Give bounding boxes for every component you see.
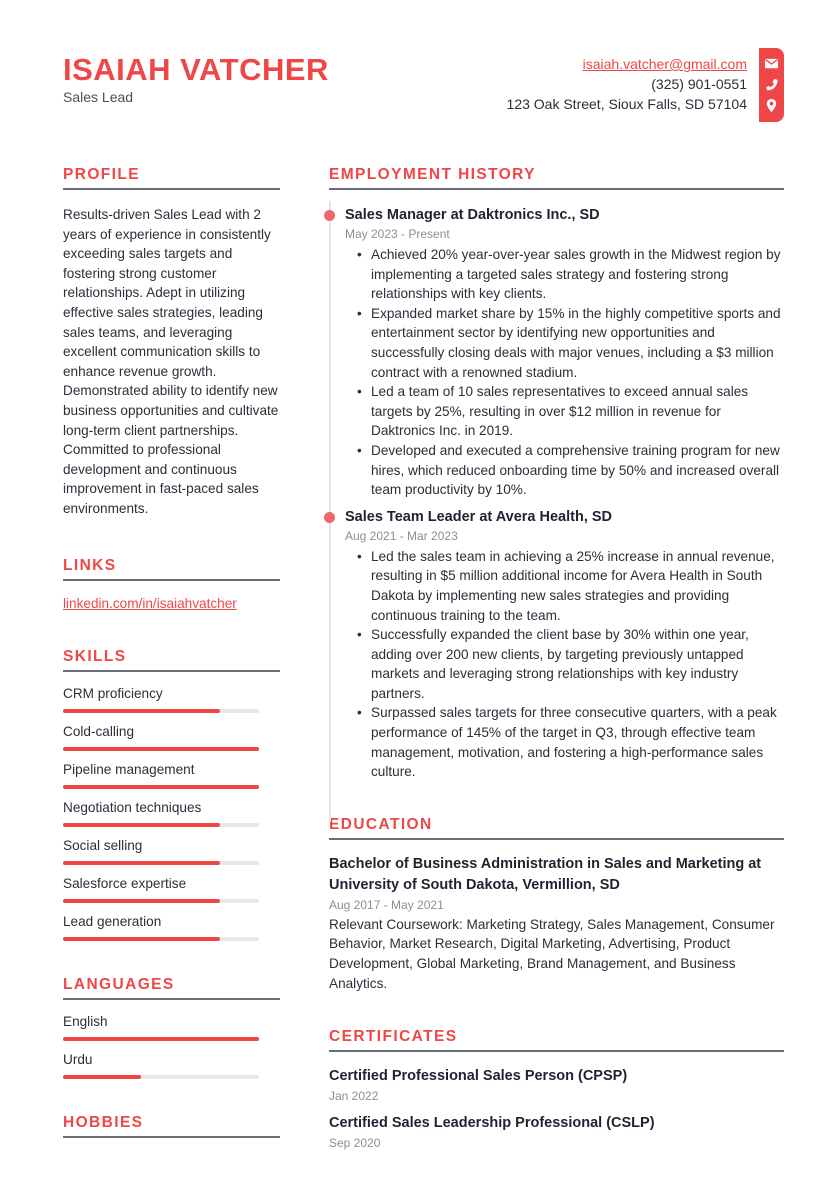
language-item: English bbox=[63, 1013, 280, 1051]
employment-heading: EMPLOYMENT HISTORY bbox=[329, 165, 784, 190]
hobbies-section: HOBBIES bbox=[63, 1113, 280, 1138]
level-bar-track bbox=[63, 746, 259, 751]
level-bar-fill bbox=[63, 784, 259, 789]
skill-item: Social selling bbox=[63, 837, 280, 875]
education-section: EDUCATION Bachelor of Business Administr… bbox=[329, 815, 784, 993]
skill-item: Pipeline management bbox=[63, 761, 280, 799]
languages-list: English Urdu bbox=[63, 1013, 280, 1089]
certificate-item: Certified Professional Sales Person (CPS… bbox=[329, 1066, 784, 1105]
level-bar-fill bbox=[63, 860, 220, 865]
profile-section: PROFILE Results-driven Sales Lead with 2… bbox=[63, 165, 280, 519]
hobbies-heading: HOBBIES bbox=[63, 1113, 280, 1138]
job-dates: Aug 2021 - Mar 2023 bbox=[345, 528, 458, 543]
resume-header: ISAIAH VATCHER Sales Lead isaiah.vatcher… bbox=[0, 0, 833, 140]
level-bar-fill bbox=[63, 898, 220, 903]
job-title: Sales Team Leader at Avera Health, SD bbox=[345, 508, 613, 525]
certificate-item: Certified Sales Leadership Professional … bbox=[329, 1113, 784, 1152]
certificate-date: Jan 2022 bbox=[329, 1089, 379, 1104]
achievement-item: Surpassed sales targets for three consec… bbox=[357, 703, 784, 781]
timeline-dot-icon bbox=[324, 511, 335, 523]
languages-heading: LANGUAGES bbox=[63, 975, 280, 1000]
job-title: Sales Manager at Daktronics Inc., SD bbox=[345, 207, 600, 223]
certificate-date: Sep 2020 bbox=[329, 1136, 381, 1151]
candidate-name: ISAIAH VATCHER bbox=[63, 52, 329, 87]
links-section: LINKS linkedin.com/in/isaiahvatcher bbox=[63, 556, 280, 614]
achievement-item: Expanded market share by 15% in the high… bbox=[357, 304, 784, 382]
level-bar-fill bbox=[63, 1036, 259, 1041]
education-dates: Aug 2017 - May 2021 bbox=[329, 897, 444, 912]
language-name: English bbox=[63, 1013, 108, 1029]
level-bar-track bbox=[63, 1074, 259, 1079]
skill-name: Pipeline management bbox=[63, 761, 195, 777]
certificates-heading: CERTIFICATES bbox=[329, 1027, 784, 1053]
level-bar-fill bbox=[63, 822, 220, 827]
skills-list: CRM proficiency Cold-calling Pipeline mana… bbox=[63, 685, 280, 951]
achievement-item: Developed and executed a comprehensive t… bbox=[357, 441, 784, 500]
skill-item: Lead generation bbox=[63, 913, 280, 951]
skill-name: Salesforce expertise bbox=[63, 875, 187, 891]
level-bar-track bbox=[63, 898, 259, 903]
level-bar-fill bbox=[63, 746, 259, 751]
level-bar-track bbox=[63, 860, 259, 865]
skill-item: Salesforce expertise bbox=[63, 875, 280, 913]
right-column: EMPLOYMENT HISTORY Sales Manager at Dakt… bbox=[324, 165, 784, 1160]
linkedin-link[interactable]: linkedin.com/in/isaiahvatcher bbox=[63, 594, 280, 614]
phone-number: (325) 901-0551 bbox=[651, 76, 747, 92]
level-bar-track bbox=[63, 784, 259, 789]
email-link[interactable]: isaiah.vatcher@gmail.com bbox=[583, 56, 747, 72]
skill-item: Cold-calling bbox=[63, 723, 280, 761]
skill-name: Lead generation bbox=[63, 913, 162, 929]
address: 123 Oak Street, Sioux Falls, SD 57104 bbox=[506, 96, 747, 112]
level-bar-track bbox=[63, 822, 259, 827]
skill-item: CRM proficiency bbox=[63, 685, 280, 723]
left-column: PROFILE Results-driven Sales Lead with 2… bbox=[63, 165, 280, 1153]
skill-name: CRM proficiency bbox=[63, 685, 163, 701]
map-pin-icon bbox=[766, 98, 777, 113]
profile-text: Results-driven Sales Lead with 2 years o… bbox=[63, 207, 279, 516]
achievement-item: Led a team of 10 sales representatives t… bbox=[357, 382, 784, 441]
candidate-title: Sales Lead bbox=[63, 89, 134, 105]
skill-item: Negotiation techniques bbox=[63, 799, 280, 837]
job-achievements: Led the sales team in achieving a 25% in… bbox=[345, 547, 784, 782]
job-entry: Sales Manager at Daktronics Inc., SD May … bbox=[324, 205, 784, 500]
links-heading: LINKS bbox=[63, 556, 280, 581]
level-bar-fill bbox=[63, 936, 220, 941]
skill-name: Social selling bbox=[63, 837, 143, 853]
certificates-section: CERTIFICATES Certified Professional Sale… bbox=[329, 1027, 784, 1152]
achievement-item: Achieved 20% year-over-year sales growth… bbox=[357, 245, 784, 304]
languages-section: LANGUAGES English Urdu bbox=[63, 975, 280, 1089]
certificate-title: Certified Professional Sales Person (CPS… bbox=[329, 1068, 628, 1085]
language-name: Urdu bbox=[63, 1051, 93, 1067]
job-entry: Sales Team Leader at Avera Health, SD Aug… bbox=[324, 507, 784, 782]
certificate-title: Certified Sales Leadership Professional … bbox=[329, 1115, 655, 1132]
skills-heading: SKILLS bbox=[63, 647, 280, 672]
timeline-dot-icon bbox=[324, 210, 335, 221]
employment-timeline: Sales Manager at Daktronics Inc., SD May … bbox=[324, 201, 784, 822]
education-item: Bachelor of Business Administration in S… bbox=[329, 854, 784, 993]
education-heading: EDUCATION bbox=[329, 815, 784, 840]
education-title: Bachelor of Business Administration in S… bbox=[329, 855, 762, 893]
employment-section: EMPLOYMENT HISTORY Sales Manager at Dakt… bbox=[324, 165, 784, 822]
job-achievements: Achieved 20% year-over-year sales growth… bbox=[345, 245, 784, 500]
contact-icon-strip bbox=[759, 48, 784, 122]
contact-info: isaiah.vatcher@gmail.com (325) 901-0551 … bbox=[507, 54, 747, 114]
job-dates: May 2023 - Present bbox=[345, 227, 450, 241]
profile-heading: PROFILE bbox=[63, 165, 280, 190]
skills-section: SKILLS CRM proficiency Cold-calling Pipeli… bbox=[63, 647, 280, 951]
language-item: Urdu bbox=[63, 1051, 280, 1089]
achievement-item: Successfully expanded the client base by… bbox=[357, 625, 784, 703]
level-bar-track bbox=[63, 936, 259, 941]
level-bar-fill bbox=[63, 1074, 142, 1079]
level-bar-fill bbox=[63, 708, 220, 713]
achievement-item: Led the sales team in achieving a 25% in… bbox=[357, 547, 784, 625]
phone-icon bbox=[766, 79, 778, 91]
level-bar-track bbox=[63, 708, 259, 713]
level-bar-track bbox=[63, 1036, 259, 1041]
skill-name: Negotiation techniques bbox=[63, 799, 202, 815]
envelope-icon bbox=[764, 58, 779, 69]
education-description: Relevant Coursework: Marketing Strategy,… bbox=[329, 916, 775, 991]
skill-name: Cold-calling bbox=[63, 723, 135, 739]
